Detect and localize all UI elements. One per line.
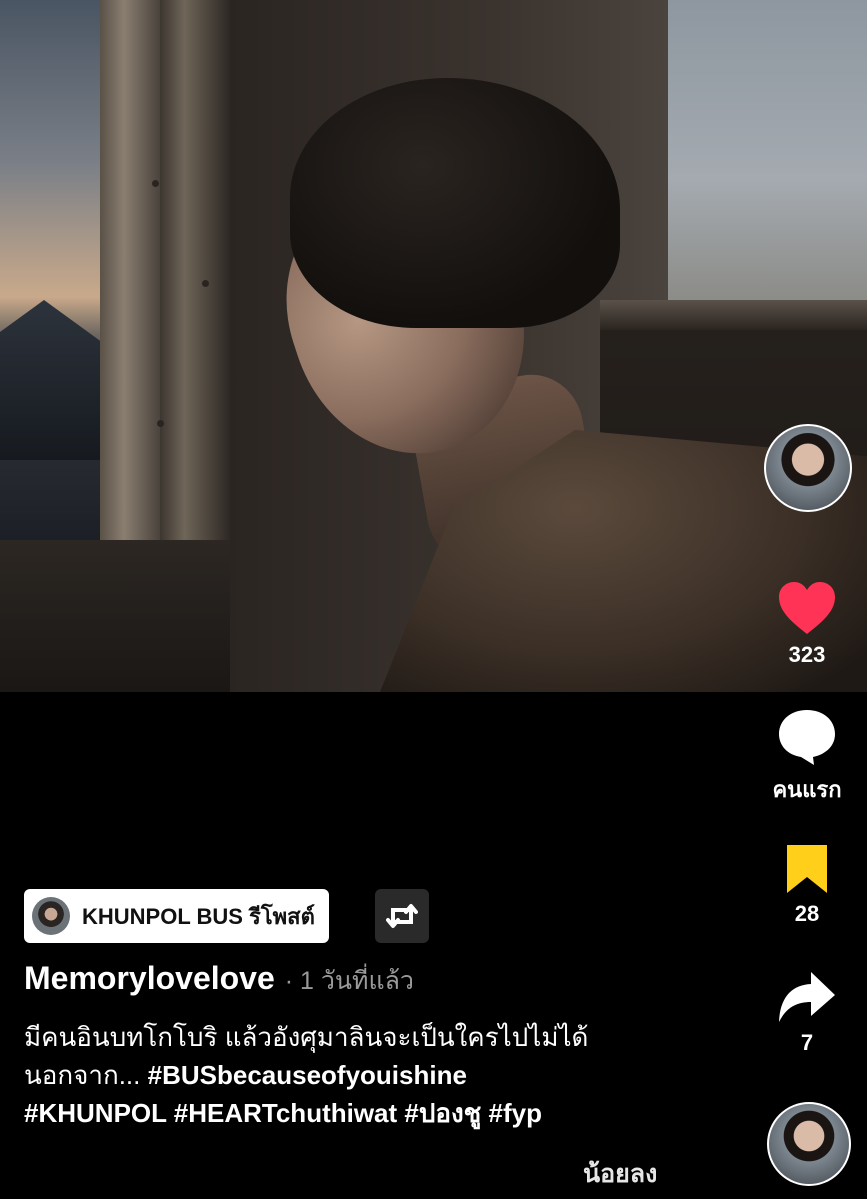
reposter-avatar (32, 897, 70, 935)
save-count: 28 (794, 901, 820, 926)
author-row: Memorylovelove · 1 วันที่แล้ว (24, 960, 414, 1001)
author-name[interactable]: Memorylovelove (24, 960, 275, 997)
like-button[interactable]: 323 (767, 580, 847, 668)
frame-bolt (157, 420, 164, 427)
comment-button[interactable]: คนแรก (767, 708, 847, 807)
video-player[interactable] (0, 0, 867, 692)
window-sill (0, 540, 240, 692)
hashtag-links[interactable]: #KHUNPOL #HEARTchuthiwat #ปองชู #fyp (24, 1098, 542, 1128)
frame-bolt (152, 180, 159, 187)
repost-label: KHUNPOL BUS รีโพสต์ (82, 903, 315, 929)
comment-count: คนแรก (772, 777, 842, 802)
sound-avatar[interactable] (767, 1102, 851, 1186)
repost-button[interactable] (375, 889, 429, 943)
share-count: 7 (800, 1030, 814, 1055)
show-less-button[interactable]: น้อยลง (583, 1154, 657, 1194)
bookmark-icon (787, 845, 827, 893)
share-button[interactable]: 7 (767, 970, 847, 1056)
heart-icon (779, 582, 835, 634)
repost-chip[interactable]: KHUNPOL BUS รีโพสต์ (24, 889, 329, 943)
caption-line-2: นอกจาก... #BUSbecauseofyouishine (24, 1056, 724, 1094)
seat-backrest (600, 300, 867, 330)
creator-avatar[interactable] (764, 424, 852, 512)
share-arrow-icon (779, 972, 835, 1022)
comment-bubble-icon (779, 710, 835, 765)
post-caption: มีคนอินบทโกโบริ แล้วอังศุมาลินจะเป็นใครไ… (24, 1018, 724, 1132)
window-view-right (668, 0, 867, 300)
repost-icon (386, 904, 418, 928)
caption-line-3: #KHUNPOL #HEARTchuthiwat #ปองชู #fyp (24, 1094, 724, 1132)
hashtag-link[interactable]: #BUSbecauseofyouishine (148, 1060, 467, 1090)
save-button[interactable]: 28 (767, 843, 847, 927)
post-time: · 1 วันที่แล้ว (284, 967, 414, 995)
caption-line-1: มีคนอินบทโกโบริ แล้วอังศุมาลินจะเป็นใครไ… (24, 1022, 589, 1052)
frame-bolt (202, 280, 209, 287)
like-count: 323 (788, 642, 826, 667)
caption-text: นอกจาก... (24, 1060, 141, 1090)
